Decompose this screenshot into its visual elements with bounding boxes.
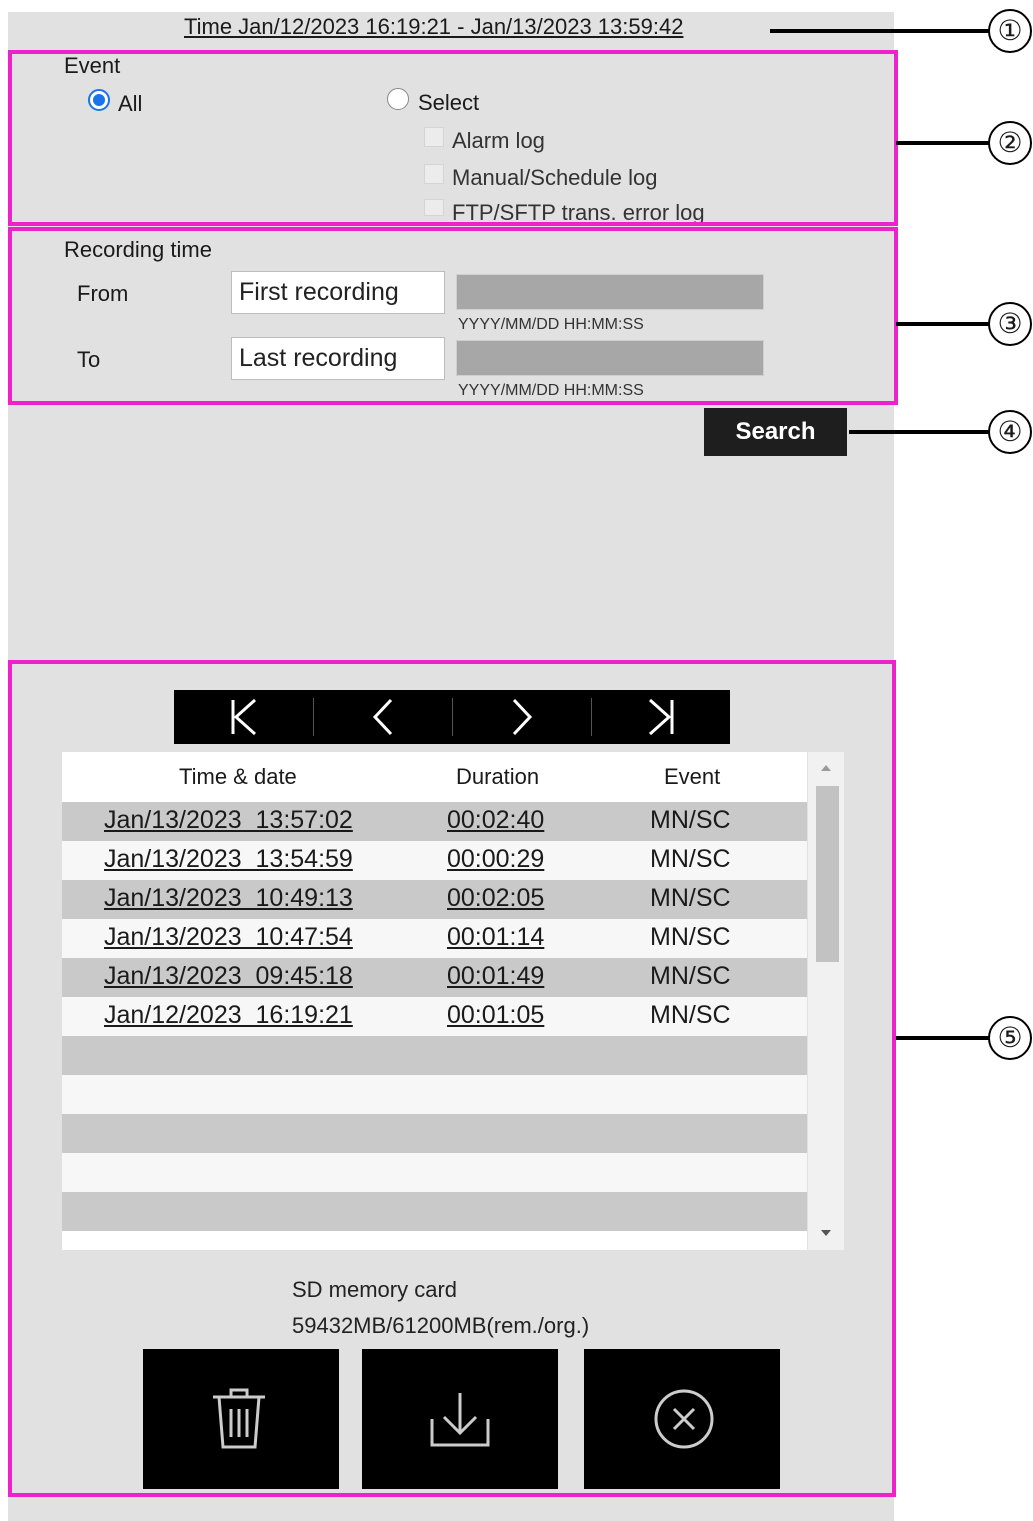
ftp-error-log-clip: FTP/SFTP trans. error log xyxy=(452,200,705,222)
from-label: From xyxy=(77,281,129,306)
table-row[interactable]: Jan/12/2023 16:19:21 00:01:05 MN/SC xyxy=(62,997,807,1036)
prev-page-icon xyxy=(372,698,393,736)
manual-schedule-log-label: Manual/Schedule log xyxy=(452,165,658,190)
to-select[interactable]: Last recording xyxy=(231,337,445,380)
empty-row xyxy=(62,1075,807,1114)
callout-4-line xyxy=(849,430,990,434)
last-page-icon xyxy=(648,698,674,736)
table-scrollbar[interactable] xyxy=(808,752,844,1250)
time-range-link[interactable]: Time Jan/12/2023 16:19:21 - Jan/13/2023 … xyxy=(184,14,683,40)
row-event: MN/SC xyxy=(650,884,731,912)
callout-3-line xyxy=(896,322,990,326)
table-row[interactable]: Jan/13/2023 09:45:18 00:01:49 MN/SC xyxy=(62,958,807,997)
table-row[interactable]: Jan/13/2023 10:47:54 00:01:14 MN/SC xyxy=(62,919,807,958)
recording-list-table: Time & date Duration Event Jan/13/2023 1… xyxy=(62,752,807,1250)
row-duration-link[interactable]: 00:02:40 xyxy=(447,806,544,835)
event-all-label: All xyxy=(118,91,143,116)
callout-1-line xyxy=(770,29,990,33)
sd-card-usage: 59432MB/61200MB(rem./org.) xyxy=(292,1313,590,1338)
from-format-hint: YYYY/MM/DD HH:MM:SS xyxy=(458,316,644,333)
row-duration-link[interactable]: 00:01:14 xyxy=(447,923,544,952)
row-time-link[interactable]: Jan/12/2023 16:19:21 xyxy=(104,1001,353,1030)
table-row[interactable]: Jan/13/2023 10:49:13 00:02:05 MN/SC xyxy=(62,880,807,919)
event-select-label: Select xyxy=(418,90,480,115)
row-event: MN/SC xyxy=(650,1001,731,1029)
row-duration-link[interactable]: 00:02:05 xyxy=(447,884,544,913)
row-time-link[interactable]: Jan/13/2023 13:54:59 xyxy=(104,845,353,874)
delete-button[interactable] xyxy=(143,1349,339,1489)
pager-bar xyxy=(174,690,730,744)
alarm-log-label: Alarm log xyxy=(452,128,545,153)
recording-time-title: Recording time xyxy=(64,237,212,262)
callout-5: ⑤ xyxy=(988,1016,1032,1060)
column-header-duration: Duration xyxy=(456,764,540,789)
row-duration-link[interactable]: 00:01:05 xyxy=(447,1001,544,1030)
empty-row xyxy=(62,1192,807,1231)
callout-2-line xyxy=(896,141,990,145)
row-time-link[interactable]: Jan/13/2023 10:49:13 xyxy=(104,884,353,913)
to-datetime-input[interactable] xyxy=(456,340,764,376)
column-header-event: Event xyxy=(664,764,721,789)
empty-row xyxy=(62,1114,807,1153)
callout-5-line xyxy=(896,1036,990,1040)
event-title: Event xyxy=(64,53,121,78)
scrollbar-thumb[interactable] xyxy=(816,786,839,962)
search-button[interactable]: Search xyxy=(704,408,847,456)
first-page-button[interactable] xyxy=(174,690,313,744)
download-button[interactable] xyxy=(362,1349,558,1489)
row-time-link[interactable]: Jan/13/2023 09:45:18 xyxy=(104,962,353,991)
row-event: MN/SC xyxy=(650,806,731,834)
row-time-link[interactable]: Jan/13/2023 10:47:54 xyxy=(104,923,353,952)
empty-row xyxy=(62,1153,807,1192)
ftp-error-log-checkbox[interactable] xyxy=(424,199,444,216)
prev-page-button[interactable] xyxy=(314,690,452,744)
table-row[interactable]: Jan/13/2023 13:54:59 00:00:29 MN/SC xyxy=(62,841,807,880)
to-format-hint-clip: YYYY/MM/DD HH:MM:SS xyxy=(458,382,644,397)
table-row[interactable]: Jan/13/2023 13:57:02 00:02:40 MN/SC xyxy=(62,802,807,841)
callout-2: ② xyxy=(988,121,1032,165)
next-page-button[interactable] xyxy=(453,690,591,744)
close-circle-icon xyxy=(654,1389,714,1449)
to-label: To xyxy=(77,347,101,372)
row-time-link[interactable]: Jan/13/2023 13:57:02 xyxy=(104,806,353,835)
row-event: MN/SC xyxy=(650,845,731,873)
row-event: MN/SC xyxy=(650,962,731,990)
row-event: MN/SC xyxy=(650,923,731,951)
to-format-hint: YYYY/MM/DD HH:MM:SS xyxy=(458,382,644,397)
callout-1: ① xyxy=(988,9,1032,53)
next-page-icon xyxy=(512,698,533,736)
from-select[interactable]: First recording xyxy=(231,271,445,314)
manual-schedule-log-checkbox[interactable] xyxy=(424,164,444,184)
sd-card-label: SD memory card xyxy=(292,1277,458,1302)
empty-row xyxy=(62,1036,807,1075)
event-all-radio[interactable] xyxy=(88,89,110,111)
row-duration-link[interactable]: 00:01:49 xyxy=(447,962,544,991)
table-header: Time & date Duration Event xyxy=(62,752,807,802)
ftp-error-log-label: FTP/SFTP trans. error log xyxy=(452,200,705,222)
cancel-button[interactable] xyxy=(584,1349,780,1489)
scroll-up-icon[interactable] xyxy=(820,762,832,772)
row-duration-link[interactable]: 00:00:29 xyxy=(447,845,544,874)
from-datetime-input[interactable] xyxy=(456,274,764,310)
download-icon xyxy=(430,1393,490,1447)
first-page-icon xyxy=(231,698,256,736)
callout-3: ③ xyxy=(988,302,1032,346)
trash-icon xyxy=(213,1388,265,1449)
alarm-log-checkbox[interactable] xyxy=(424,127,444,147)
callout-4: ④ xyxy=(988,410,1032,454)
event-select-radio[interactable] xyxy=(387,88,409,110)
last-page-button[interactable] xyxy=(592,690,730,744)
scroll-down-icon[interactable] xyxy=(820,1228,832,1238)
column-header-time: Time & date xyxy=(179,764,297,789)
